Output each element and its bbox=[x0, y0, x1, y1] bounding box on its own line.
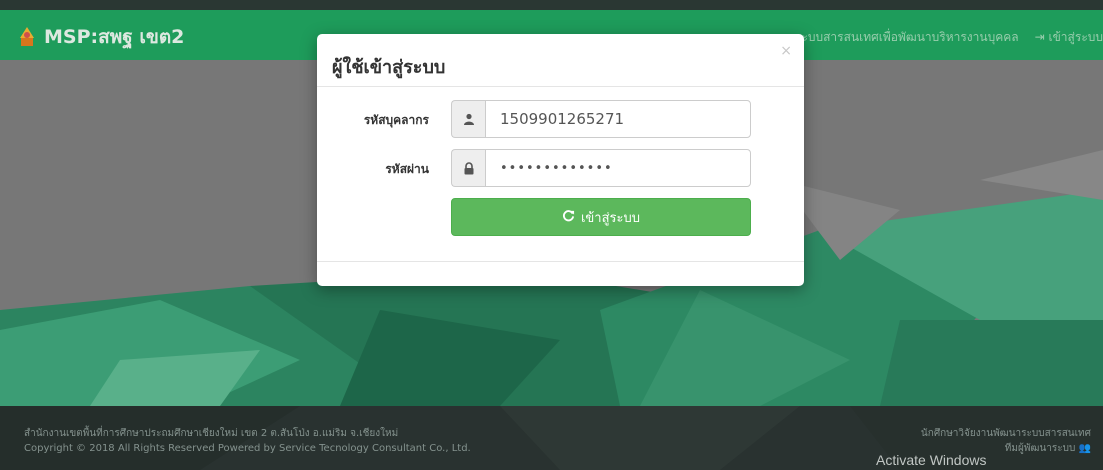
login-modal: ผู้ใช้เข้าสู่ระบบ × รหัสบุคลากร 15099012… bbox=[317, 34, 804, 286]
username-input[interactable]: 1509901265271 bbox=[485, 100, 751, 138]
close-button[interactable]: × bbox=[780, 43, 792, 59]
login-button[interactable]: เข้าสู่ระบบ bbox=[451, 198, 751, 236]
modal-title: ผู้ใช้เข้าสู่ระบบ bbox=[332, 57, 446, 78]
password-input[interactable]: ••••••••••••• bbox=[485, 149, 751, 187]
password-label: รหัสผ่าน bbox=[385, 162, 429, 176]
login-button-label: เข้าสู่ระบบ bbox=[580, 210, 641, 226]
lock-icon bbox=[451, 149, 485, 187]
modal-header: ผู้ใช้เข้าสู่ระบบ × bbox=[317, 34, 804, 87]
password-row: รหัสผ่าน ••••••••••••• bbox=[317, 149, 804, 187]
username-label: รหัสบุคลากร bbox=[363, 113, 429, 127]
username-input-group: 1509901265271 bbox=[451, 100, 751, 138]
password-input-group: ••••••••••••• bbox=[451, 149, 751, 187]
modal-body: รหัสบุคลากร 1509901265271 รหัสผ่าน •••••… bbox=[317, 87, 804, 261]
username-row: รหัสบุคลากร 1509901265271 bbox=[317, 100, 804, 138]
refresh-icon bbox=[562, 209, 575, 226]
modal-footer bbox=[317, 261, 804, 286]
user-icon bbox=[451, 100, 485, 138]
